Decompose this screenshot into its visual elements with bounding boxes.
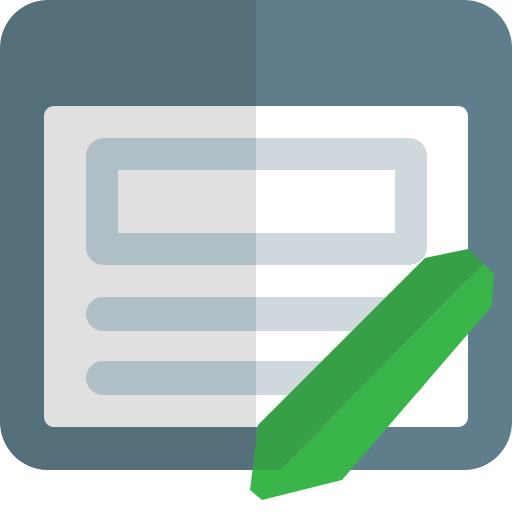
edit-page-svg: [0, 0, 512, 500]
edit-page-icon: [0, 0, 512, 512]
content-block: [86, 138, 427, 265]
